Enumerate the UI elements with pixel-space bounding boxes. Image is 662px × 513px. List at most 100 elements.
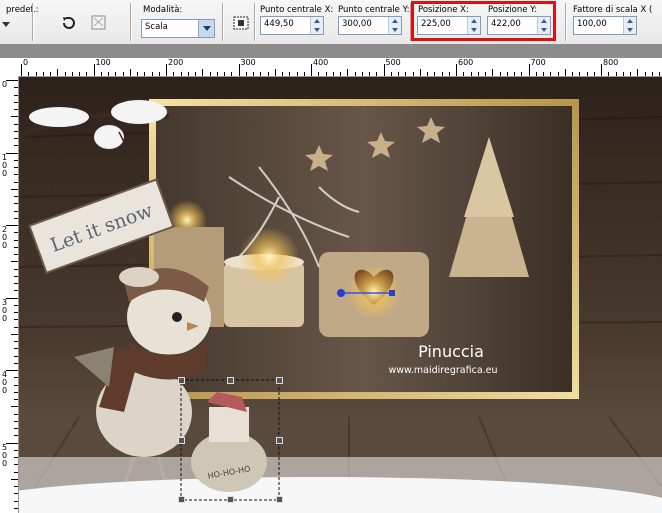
ruler-minor-tick [14,507,18,509]
ruler-label: 1 0 0 [2,152,8,178]
ruler-minor-tick [14,413,18,415]
ruler-major-tick [238,64,240,76]
ruler-minor-tick [11,333,18,335]
ruler-vertical: 0 1 0 0 2 0 0 3 0 0 4 0 0 5 0 0 [0,76,19,513]
ruler-minor-tick [14,471,18,473]
ruler-minor-tick [572,72,573,76]
ruler-minor-tick [14,181,18,183]
christmas-artwork: Let it snow HO-HO-HO Pinuccia www.maidir… [19,77,662,513]
ruler-minor-tick [14,377,18,379]
ruler-minor-tick [593,72,595,76]
ruler-minor-tick [14,210,18,212]
ruler-minor-tick [586,72,588,76]
ruler-label: 100 [95,58,111,67]
ruler-label: 0 [2,80,8,89]
ruler-minor-tick [14,196,18,197]
selection-handle[interactable] [227,377,234,384]
ruler-minor-tick [630,72,631,76]
ruler-label: 300 [240,58,256,67]
selection-handle[interactable] [227,496,234,503]
ruler-minor-tick [137,72,138,76]
ruler-minor-tick [57,69,59,76]
selection-handle[interactable] [178,437,185,444]
ruler-minor-tick [11,116,18,118]
ruler-minor-tick [209,72,211,76]
deform-preview-icon[interactable] [232,14,250,32]
ruler-minor-tick [14,232,18,234]
ruler-corner [0,58,19,77]
ruler-major-tick [6,80,18,81]
ruler-minor-tick [296,72,298,76]
ruler-minor-tick [245,72,247,76]
spin-arrows-icon[interactable] [310,17,323,34]
ruler-minor-tick [303,72,305,76]
mode-label: Modalità: [143,5,183,15]
ruler-minor-tick [195,72,196,76]
ruler-minor-tick [14,94,18,96]
ruler-minor-tick [14,435,18,437]
ruler-minor-tick [405,72,407,76]
ruler-minor-tick [100,72,102,76]
ruler-minor-tick [557,72,559,76]
ruler-minor-tick [492,69,494,76]
selection-handle[interactable] [178,496,185,503]
ruler-minor-tick [14,167,18,168]
ruler-minor-tick [477,72,479,76]
ruler-minor-tick [282,72,283,76]
ruler-minor-tick [108,72,109,76]
ruler-minor-tick [50,72,51,76]
center-y-field[interactable]: 300,00 [338,16,402,35]
ruler-minor-tick [14,428,18,429]
ruler-minor-tick [441,72,443,76]
ruler-minor-tick [419,69,421,76]
center-x-field[interactable]: 449,50 [260,16,324,35]
pick-tool-options-bar: predef.: Modalità: Scala Punto centrale … [0,0,662,45]
ruler-minor-tick [14,391,18,393]
ruler-minor-tick [42,72,44,76]
ruler-major-tick [528,64,530,76]
ruler-minor-tick [644,72,646,76]
scale-x-field[interactable]: 100,00 [573,16,637,35]
ruler-major-tick [6,442,18,444]
ruler-minor-tick [369,72,370,76]
ruler-label: 3 0 0 [2,297,8,323]
ruler-minor-tick [14,290,18,292]
image-canvas[interactable]: Let it snow HO-HO-HO Pinuccia www.maidir… [19,77,662,513]
center-y-value: 300,00 [342,19,372,29]
ruler-minor-tick [14,464,18,466]
spin-arrows-icon[interactable] [623,17,636,34]
reset-icon[interactable] [60,14,78,32]
ruler-minor-tick [579,72,581,76]
scale-x-label: Fattore di scala X ( [573,5,653,15]
ruler-major-tick [166,64,167,76]
selection-handle[interactable] [276,377,283,384]
ruler-minor-tick [470,72,472,76]
ruler-minor-tick [14,123,18,125]
ruler-minor-tick [187,72,189,76]
mode-select[interactable]: Scala [141,19,215,38]
ruler-minor-tick [14,326,18,328]
apply-icon[interactable] [90,14,108,32]
ruler-minor-tick [231,72,233,76]
ruler-minor-tick [35,72,37,76]
selection-handle[interactable] [178,377,185,384]
ruler-minor-tick [151,72,153,76]
ruler-minor-tick [158,72,160,76]
ruler-minor-tick [361,72,363,76]
selection-handle[interactable] [276,437,283,444]
ruler-minor-tick [543,72,544,76]
ruler-minor-tick [180,72,182,76]
center-x-label: Punto centrale X: [260,5,334,15]
ruler-minor-tick [637,69,639,76]
ruler-minor-tick [14,138,18,139]
spin-arrows-icon[interactable] [388,17,401,34]
ruler-minor-tick [14,246,18,248]
ruler-minor-tick [14,493,18,495]
selection-handle[interactable] [276,496,283,503]
ruler-minor-tick [14,399,18,400]
ruler-minor-tick [14,217,18,219]
preset-dropdown[interactable] [0,18,20,34]
ruler-minor-tick [499,72,501,76]
ruler-minor-tick [463,72,465,76]
ruler-minor-tick [79,72,80,76]
